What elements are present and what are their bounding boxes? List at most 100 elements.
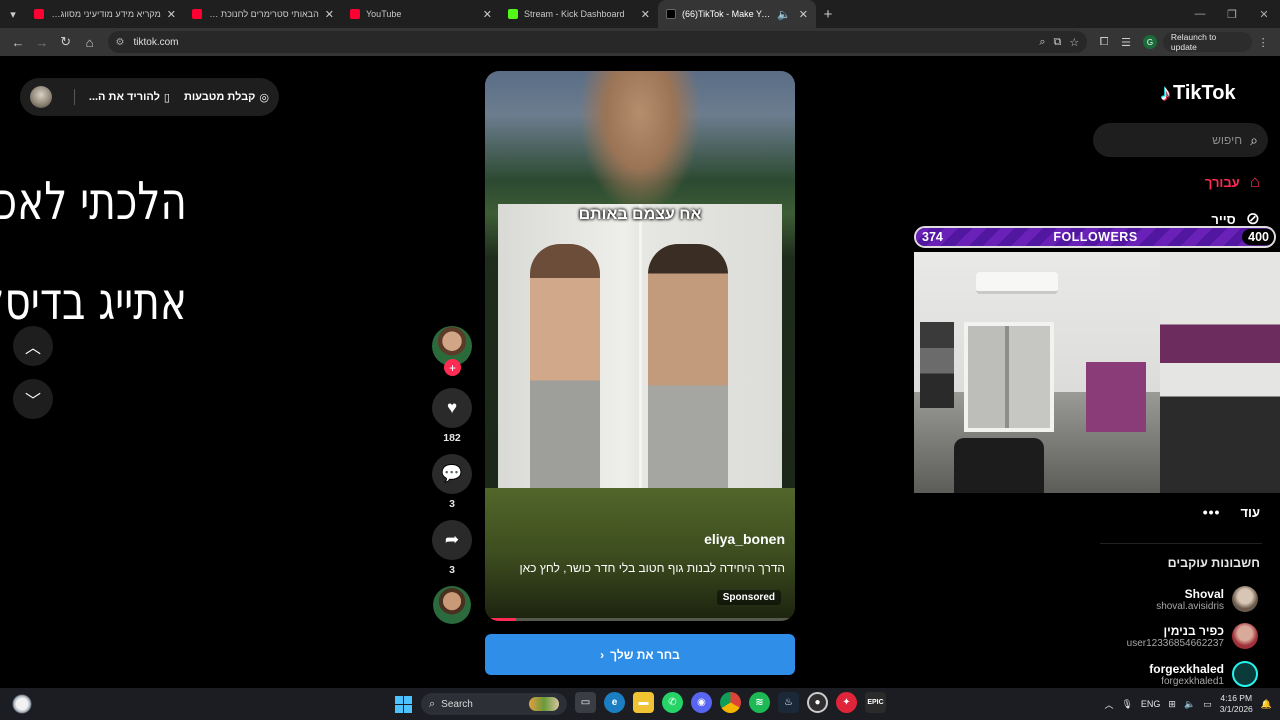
sidebar-divider xyxy=(1100,543,1262,544)
home-icon[interactable]: ⌂ xyxy=(78,30,102,54)
tab-title: מקריא מידע מודיעיני מסווג בגוגל xyxy=(50,9,161,19)
tab-1[interactable]: הבאותי סטרימרים לחנוכת הבית ✕ xyxy=(184,0,342,28)
air-conditioner xyxy=(976,272,1058,294)
search-icon[interactable]: ⌕ xyxy=(1250,132,1258,149)
zoom-icon[interactable]: ⌕ xyxy=(1039,36,1045,49)
volume-icon[interactable]: 🔈 xyxy=(1184,699,1195,710)
weather-icon[interactable] xyxy=(12,694,32,714)
taskbar-search-label: Search xyxy=(441,698,473,710)
maximize-icon[interactable]: ❐ xyxy=(1216,0,1248,28)
reload-icon[interactable]: ↻ xyxy=(54,30,78,54)
tray-overflow-icon[interactable]: ︿ xyxy=(1104,698,1113,711)
start-button[interactable] xyxy=(395,696,412,713)
tiktok-favicon-icon xyxy=(666,9,676,19)
relaunch-button[interactable]: Relaunch to update xyxy=(1162,32,1253,52)
close-tab-icon[interactable]: ✕ xyxy=(641,8,650,21)
close-tab-icon[interactable]: ✕ xyxy=(799,8,808,21)
task-view-icon[interactable]: ▭ xyxy=(575,692,596,713)
tiktok-logo[interactable]: ♪ TikTok xyxy=(1160,80,1236,106)
tab-2[interactable]: YouTube ✕ xyxy=(342,0,500,28)
like-button[interactable]: ♥ xyxy=(432,388,472,428)
logo-text: TikTok xyxy=(1173,81,1236,104)
tab-title: (66)TikTok - Make Your Day xyxy=(682,9,772,19)
music-disc-avatar[interactable] xyxy=(433,586,471,624)
previous-video-button[interactable]: ︿ xyxy=(13,326,53,366)
site-info-icon[interactable]: ⚙ xyxy=(116,37,128,48)
get-app-pill: ◎ קבלת מטבעות ▯ להוריד את ה... xyxy=(20,78,279,116)
creator-avatar[interactable]: + xyxy=(432,326,472,376)
follow-plus-icon[interactable]: + xyxy=(444,359,461,376)
tab-0[interactable]: מקריא מידע מודיעיני מסווג בגוגל ✕ xyxy=(26,0,184,28)
person-before xyxy=(530,244,600,488)
spotify-icon[interactable]: ≋ xyxy=(749,692,770,713)
steam-icon[interactable]: ♨ xyxy=(778,692,799,713)
forward-icon[interactable]: → xyxy=(30,30,54,54)
share-button[interactable]: ➦ xyxy=(432,520,472,560)
user-avatar[interactable] xyxy=(30,86,52,108)
nav-for-you[interactable]: ⌂ עבורך xyxy=(1205,172,1260,192)
language-indicator[interactable]: ENG xyxy=(1141,699,1161,709)
chevron-down-icon: ﹀ xyxy=(24,393,41,410)
search-highlight-icon xyxy=(529,697,559,711)
extensions-icon[interactable]: ⧠ xyxy=(1093,36,1115,49)
close-tab-icon[interactable]: ✕ xyxy=(483,8,492,21)
following-account[interactable]: Shoval shoval.avisidris xyxy=(1156,586,1258,612)
windows-taskbar: ⌕ Search ▭ e ▬ ✆ ◉ ≋ ♨ ● ✦ EPIC ︿ 🎙 ENG … xyxy=(0,688,1280,720)
file-explorer-icon[interactable]: ▬ xyxy=(633,692,654,713)
install-app-icon[interactable]: ⧉ xyxy=(1054,36,1062,49)
tiktok-note-icon: ♪ xyxy=(1160,80,1171,105)
close-window-icon[interactable]: ✕ xyxy=(1248,0,1280,28)
tab-search-button[interactable]: ▾ xyxy=(0,0,26,28)
reading-list-icon[interactable]: ☰ xyxy=(1115,36,1137,49)
more-menu-icon[interactable]: ⋮ xyxy=(1252,36,1274,49)
obs-icon[interactable]: ● xyxy=(807,692,828,713)
tab-3[interactable]: Stream - Kick Dashboard ✕ xyxy=(500,0,658,28)
download-app-button[interactable]: ▯ להוריד את ה... xyxy=(89,91,170,104)
video-actions: + ♥ 182 💬 3 ➦ 3 xyxy=(431,326,473,624)
system-tray: ︿ 🎙 ENG ⊞ 🔈 ▭ 4:16 PM 3/1/2026 🔔 xyxy=(1104,688,1272,720)
comment-button[interactable]: 💬 xyxy=(432,454,472,494)
video-player[interactable]: אח עצמם באותם eliya_bonen הדרך היחידה לב… xyxy=(485,71,795,621)
profile-avatar[interactable]: G xyxy=(1142,35,1157,49)
search-input[interactable]: ⌕ חיפוש xyxy=(1093,123,1268,157)
address-bar[interactable]: ⚙ tiktok.com ⌕ ⧉ ☆ xyxy=(107,31,1088,53)
video-progress-bar[interactable] xyxy=(485,618,795,621)
app-red-icon[interactable]: ✦ xyxy=(836,692,857,713)
video-author[interactable]: eliya_bonen xyxy=(704,531,785,547)
edge-icon[interactable]: e xyxy=(604,692,625,713)
network-icon[interactable]: ⊞ xyxy=(1168,699,1176,710)
share-icon: ➦ xyxy=(444,530,460,549)
stream-overlay-line2: אתייג בדיסקורד כשאני אחזור (: xyxy=(0,272,187,332)
back-icon[interactable]: ← xyxy=(6,30,30,54)
following-account[interactable]: forgexkhaled forgexkhaled1 xyxy=(1149,661,1258,687)
notifications-icon[interactable]: 🔔 xyxy=(1261,699,1272,710)
following-account[interactable]: כפיר בנימין user12336854662237 xyxy=(1127,623,1258,649)
taskbar-search[interactable]: ⌕ Search xyxy=(421,693,567,715)
whatsapp-icon[interactable]: ✆ xyxy=(662,692,683,713)
cta-button[interactable]: בחר את שלך ‹ xyxy=(485,634,795,675)
new-tab-button[interactable]: + xyxy=(816,6,840,23)
speaker-icon[interactable]: 🔈 xyxy=(777,8,791,21)
video-frame-person xyxy=(580,71,700,211)
next-video-button[interactable]: ﹀ xyxy=(13,379,53,419)
account-username: forgexkhaled1 xyxy=(1161,675,1224,687)
minimize-icon[interactable]: — xyxy=(1184,0,1216,28)
video-progress-fill xyxy=(485,618,516,621)
download-app-label: להוריד את ה... xyxy=(88,91,160,103)
bookmark-star-icon[interactable]: ☆ xyxy=(1069,36,1079,49)
coin-icon: ◎ xyxy=(259,91,269,104)
epic-games-icon[interactable]: EPIC xyxy=(865,692,886,713)
more-row[interactable]: עוד ••• xyxy=(1203,504,1260,520)
get-coins-button[interactable]: ◎ קבלת מטבעות xyxy=(184,91,269,104)
account-username: shoval.avisidris xyxy=(1156,600,1224,612)
youtube-favicon-icon xyxy=(192,9,202,19)
clock[interactable]: 4:16 PM 3/1/2026 xyxy=(1220,693,1253,715)
discord-icon[interactable]: ◉ xyxy=(691,692,712,713)
battery-icon[interactable]: ▭ xyxy=(1203,699,1212,710)
tab-4-active[interactable]: (66)TikTok - Make Your Day 🔈 ✕ xyxy=(658,0,816,28)
microphone-icon[interactable]: 🎙 xyxy=(1121,699,1132,710)
window-controls: — ❐ ✕ xyxy=(1184,0,1280,28)
chrome-icon[interactable] xyxy=(720,692,741,713)
close-tab-icon[interactable]: ✕ xyxy=(167,8,176,21)
close-tab-icon[interactable]: ✕ xyxy=(325,8,334,21)
